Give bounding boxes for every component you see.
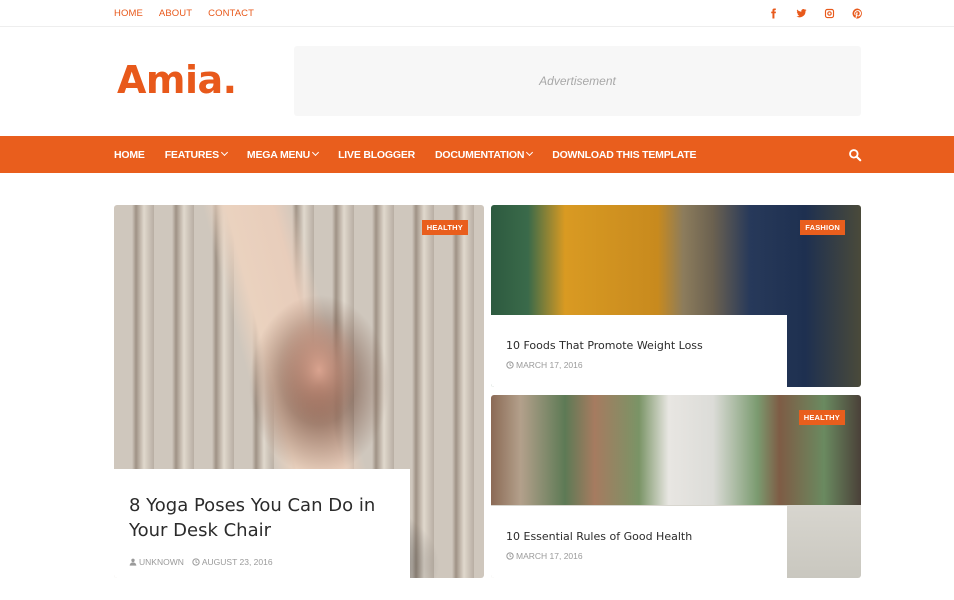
nav-label: MEGA MENU xyxy=(246,148,311,161)
post-title[interactable]: 10 Essential Rules of Good Health xyxy=(506,530,772,543)
nav-features[interactable]: FEATURES xyxy=(164,148,228,161)
date-text: AUGUST 23, 2016 xyxy=(201,557,273,567)
user-icon xyxy=(129,558,137,566)
clock-icon xyxy=(506,552,514,560)
nav-label: DOWNLOAD THIS TEMPLATE xyxy=(552,148,697,161)
nav-home[interactable]: HOME xyxy=(114,149,145,161)
social-links xyxy=(766,6,864,20)
post-date: MARCH 17, 2016 xyxy=(506,360,583,370)
main-nav: HOME FEATURES MEGA MENU LIVE BLOGGER DOC… xyxy=(0,136,954,173)
advertisement-banner[interactable]: Advertisement xyxy=(294,46,861,116)
clock-icon xyxy=(192,558,200,566)
twitter-icon[interactable] xyxy=(794,6,808,20)
category-badge[interactable]: FASHION xyxy=(800,220,845,235)
nav-label: HOME xyxy=(114,148,145,161)
post-meta: UNKNOWN AUGUST 23, 2016 xyxy=(129,557,395,567)
facebook-icon[interactable] xyxy=(766,6,780,20)
featured-post-large[interactable]: HEALTHY 8 Yoga Poses You Can Do in Your … xyxy=(114,205,484,578)
top-links: HOME ABOUT CONTACT xyxy=(114,8,270,19)
post-date: AUGUST 23, 2016 xyxy=(192,557,273,567)
post-info: 8 Yoga Poses You Can Do in Your Desk Cha… xyxy=(114,469,410,578)
pinterest-icon[interactable] xyxy=(850,6,864,20)
top-link-contact[interactable]: CONTACT xyxy=(208,8,254,19)
post-meta: MARCH 17, 2016 xyxy=(506,360,772,370)
post-info: 10 Essential Rules of Good Health MARCH … xyxy=(491,506,787,578)
post-meta: MARCH 17, 2016 xyxy=(506,551,772,561)
chevron-down-icon xyxy=(526,148,534,157)
post-date: MARCH 17, 2016 xyxy=(506,551,583,561)
featured-post-small[interactable]: HEALTHY 10 Essential Rules of Good Healt… xyxy=(491,395,861,578)
post-author: UNKNOWN xyxy=(129,557,184,567)
category-badge[interactable]: HEALTHY xyxy=(798,410,845,425)
featured-post-small[interactable]: FASHION 10 Foods That Promote Weight Los… xyxy=(491,205,861,387)
nav-label: DOCUMENTATION xyxy=(435,148,525,161)
chevron-down-icon xyxy=(220,148,228,157)
site-header: Amia. Advertisement xyxy=(0,28,954,136)
author-name[interactable]: UNKNOWN xyxy=(139,557,184,567)
top-link-home[interactable]: HOME xyxy=(114,8,143,19)
top-link-about[interactable]: ABOUT xyxy=(159,8,192,19)
date-text: MARCH 17, 2016 xyxy=(516,360,583,370)
clock-icon xyxy=(506,361,514,369)
post-info: 10 Foods That Promote Weight Loss MARCH … xyxy=(491,315,787,387)
nav-mega-menu[interactable]: MEGA MENU xyxy=(246,148,320,161)
date-text: MARCH 17, 2016 xyxy=(516,551,583,561)
nav-documentation[interactable]: DOCUMENTATION xyxy=(435,148,534,161)
nav-download-template[interactable]: DOWNLOAD THIS TEMPLATE xyxy=(552,149,696,161)
post-title[interactable]: 8 Yoga Poses You Can Do in Your Desk Cha… xyxy=(129,493,395,543)
nav-label: FEATURES xyxy=(164,148,219,161)
post-title[interactable]: 10 Foods That Promote Weight Loss xyxy=(506,339,772,352)
search-icon[interactable] xyxy=(848,148,862,162)
instagram-icon[interactable] xyxy=(822,6,836,20)
nav-label: LIVE BLOGGER xyxy=(338,148,416,161)
top-bar: HOME ABOUT CONTACT xyxy=(0,0,954,27)
advertisement-label: Advertisement xyxy=(539,74,616,88)
chevron-down-icon xyxy=(312,148,320,157)
category-badge[interactable]: HEALTHY xyxy=(421,220,468,235)
site-logo[interactable]: Amia. xyxy=(117,58,237,102)
nav-live-blogger[interactable]: LIVE BLOGGER xyxy=(338,149,415,161)
